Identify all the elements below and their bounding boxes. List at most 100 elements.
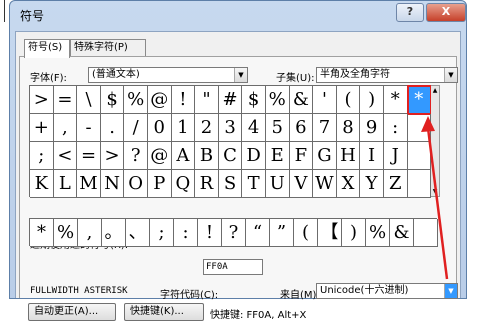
symbol-cell[interactable]: %: [265, 86, 290, 114]
symbol-cell[interactable]: J: [383, 142, 408, 170]
symbol-cell[interactable]: [407, 142, 432, 170]
recent-symbol-cell[interactable]: :: [174, 219, 198, 247]
symbol-cell[interactable]: @: [147, 86, 172, 114]
symbol-cell[interactable]: K: [30, 170, 54, 198]
recent-symbol-cell[interactable]: 、: [126, 219, 150, 247]
tab-special-characters[interactable]: 特殊字符(P): [70, 39, 146, 57]
symbol-cell[interactable]: /: [124, 114, 148, 142]
symbol-cell[interactable]: Q: [171, 170, 196, 198]
symbol-cell[interactable]: [407, 114, 432, 142]
symbol-cell[interactable]: +: [30, 114, 54, 142]
symbol-cell[interactable]: !: [171, 86, 196, 114]
symbol-cell[interactable]: 6: [289, 114, 314, 142]
symbol-cell[interactable]: 1: [171, 114, 196, 142]
recent-symbol-cell[interactable]: ;: [150, 219, 174, 247]
symbol-cell[interactable]: U: [265, 170, 290, 198]
symbol-cell[interactable]: H: [336, 142, 361, 170]
recent-symbol-cell[interactable]: ): [342, 219, 366, 247]
symbol-cell[interactable]: >: [100, 142, 125, 170]
recent-symbol-cell[interactable]: *: [30, 219, 54, 247]
symbol-cell[interactable]: ': [313, 86, 337, 114]
subset-select[interactable]: 半角及全角字符 ▼: [316, 67, 458, 83]
recent-symbol-cell[interactable]: 。: [102, 219, 126, 247]
symbol-cell[interactable]: ,: [53, 114, 78, 142]
symbol-cell[interactable]: ?: [124, 142, 148, 170]
symbol-cell[interactable]: O: [124, 170, 148, 198]
symbol-cell[interactable]: A: [171, 142, 196, 170]
symbol-cell[interactable]: &: [289, 86, 314, 114]
symbol-cell[interactable]: @: [147, 142, 172, 170]
autocorrect-button[interactable]: 自动更正(A)...: [28, 303, 116, 321]
symbol-cell[interactable]: 8: [336, 114, 361, 142]
symbol-cell[interactable]: P: [147, 170, 172, 198]
from-select[interactable]: Unicode(十六进制) ▼: [316, 283, 458, 299]
symbol-cell[interactable]: 3: [218, 114, 243, 142]
recent-symbol-cell[interactable]: %: [366, 219, 390, 247]
symbol-cell[interactable]: -: [77, 114, 101, 142]
shortcut-key-button[interactable]: 快捷键(K)...: [124, 303, 204, 321]
symbol-cell[interactable]: #: [218, 86, 243, 114]
symbol-cell[interactable]: F: [289, 142, 314, 170]
symbol-cell[interactable]: Y: [360, 170, 384, 198]
symbol-cell[interactable]: G: [313, 142, 337, 170]
symbol-cell[interactable]: >: [30, 86, 54, 114]
symbol-grid-scrollbar[interactable]: ▲ ▼: [431, 85, 440, 197]
symbol-cell[interactable]: ;: [30, 142, 54, 170]
char-code-field[interactable]: FF0A: [203, 259, 263, 275]
symbol-cell[interactable]: =: [77, 142, 101, 170]
recent-symbol-cell[interactable]: (: [294, 219, 318, 247]
title-bar[interactable]: 符号 ? X: [10, 1, 466, 31]
scroll-up-icon[interactable]: ▲: [431, 87, 439, 94]
help-button[interactable]: ?: [396, 3, 424, 22]
symbol-cell[interactable]: (: [336, 86, 361, 114]
symbol-grid: > = \ $% @! " # $% & '() * * +, -./0 1 2 3 4 5 6 7 8 9:; < = >? @ A…: [29, 85, 433, 198]
symbol-cell[interactable]: $: [242, 86, 266, 114]
symbol-cell[interactable]: 7: [313, 114, 337, 142]
symbol-cell[interactable]: 9: [360, 114, 384, 142]
symbol-cell[interactable]: %: [124, 86, 148, 114]
tab-symbols[interactable]: 符号(S): [24, 39, 70, 58]
symbol-cell[interactable]: R: [195, 170, 219, 198]
symbol-cell[interactable]: [407, 170, 432, 198]
symbol-cell[interactable]: T: [242, 170, 266, 198]
symbol-cell[interactable]: Z: [383, 170, 408, 198]
symbol-cell[interactable]: *: [383, 86, 408, 114]
symbol-cell[interactable]: ): [360, 86, 384, 114]
symbol-cell[interactable]: S: [218, 170, 243, 198]
symbol-cell[interactable]: I: [360, 142, 384, 170]
symbol-cell[interactable]: <: [53, 142, 78, 170]
symbol-cell[interactable]: .: [100, 114, 125, 142]
symbol-cell[interactable]: E: [265, 142, 290, 170]
symbol-cell[interactable]: 2: [195, 114, 219, 142]
symbol-cell[interactable]: D: [242, 142, 266, 170]
symbol-cell[interactable]: ": [195, 86, 219, 114]
close-button[interactable]: X: [426, 3, 466, 22]
symbol-cell-selected[interactable]: *: [406, 85, 433, 115]
recent-symbol-cell[interactable]: %: [54, 219, 78, 247]
recent-symbol-cell[interactable]: !: [198, 219, 222, 247]
symbol-cell[interactable]: 4: [242, 114, 266, 142]
font-select[interactable]: (普通文本) ▼: [88, 67, 248, 83]
symbol-cell[interactable]: C: [218, 142, 243, 170]
recent-symbol-cell[interactable]: [414, 219, 438, 247]
symbol-cell[interactable]: M: [77, 170, 101, 198]
symbol-cell[interactable]: 5: [265, 114, 290, 142]
symbol-cell[interactable]: N: [100, 170, 125, 198]
symbol-cell[interactable]: $: [100, 86, 125, 114]
symbol-cell[interactable]: B: [195, 142, 219, 170]
symbol-cell[interactable]: =: [53, 86, 78, 114]
recent-symbol-cell[interactable]: ”: [270, 219, 294, 247]
symbol-cell[interactable]: X: [336, 170, 361, 198]
recent-symbol-cell[interactable]: &: [390, 219, 414, 247]
scroll-down-icon[interactable]: ▼: [431, 188, 439, 195]
symbol-cell[interactable]: :: [383, 114, 408, 142]
symbol-cell[interactable]: 0: [147, 114, 172, 142]
symbol-cell[interactable]: W: [313, 170, 337, 198]
symbol-cell[interactable]: L: [53, 170, 78, 198]
recent-symbol-cell[interactable]: 【: [318, 219, 342, 247]
symbol-cell[interactable]: V: [289, 170, 314, 198]
recent-symbol-cell[interactable]: ,: [78, 219, 102, 247]
recent-symbol-cell[interactable]: “: [246, 219, 270, 247]
symbol-cell[interactable]: \: [77, 86, 101, 114]
recent-symbol-cell[interactable]: ?: [222, 219, 246, 247]
